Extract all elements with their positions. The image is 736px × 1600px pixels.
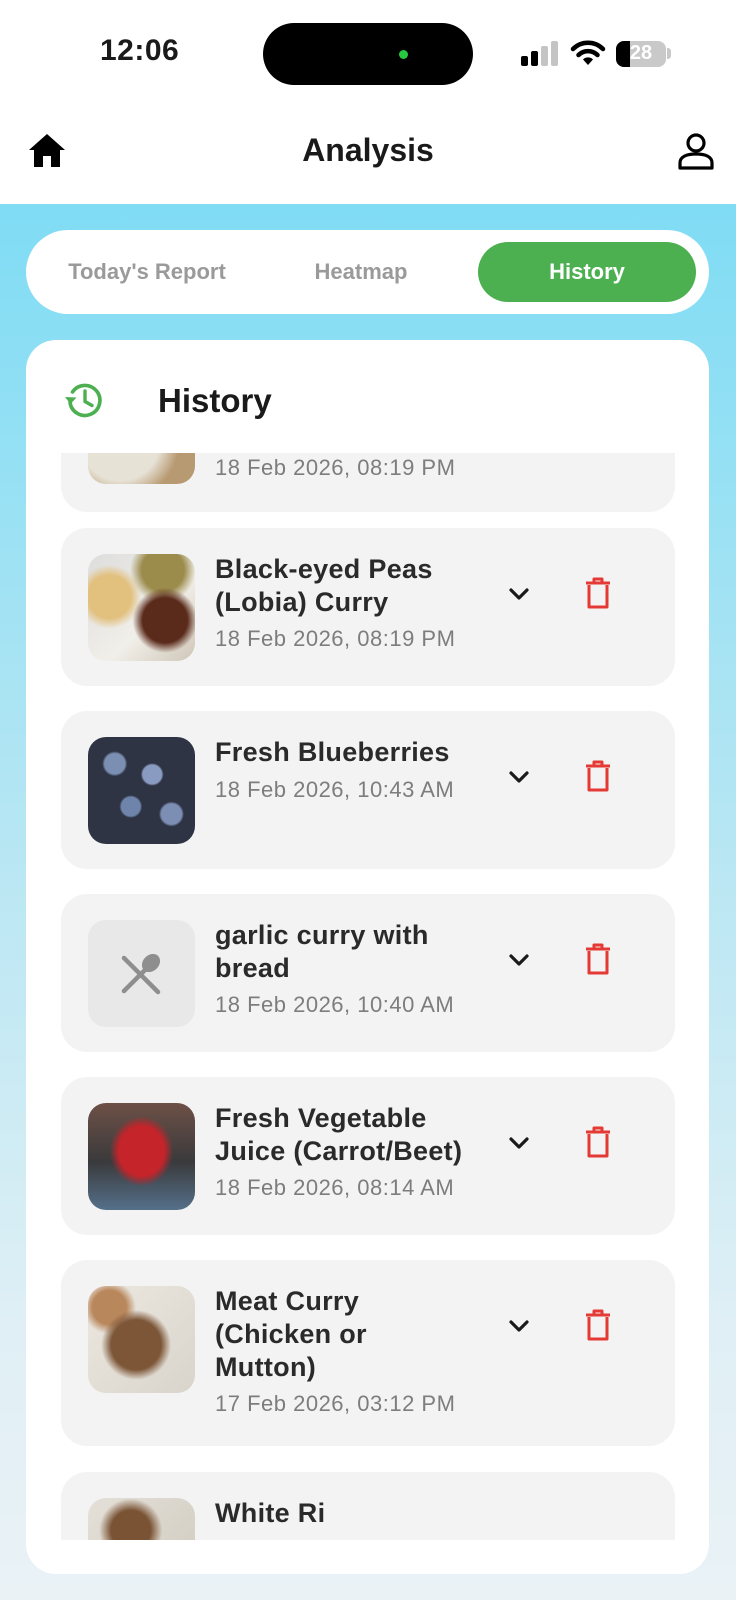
battery-level: 28	[629, 42, 653, 64]
item-name: garlic curry with bread	[215, 920, 429, 983]
wifi-icon	[570, 40, 606, 65]
camera-indicator-dot	[399, 50, 408, 59]
item-date: 18 Feb 2026, 08:19 PM	[215, 455, 456, 480]
chevron-down-icon[interactable]	[505, 763, 533, 791]
blueberries-photo	[88, 737, 195, 844]
history-item[interactable]: 18 Feb 2026, 08:19 PM	[61, 453, 675, 512]
history-item[interactable]: Black-eyed Peas (Lobia) Curry 18 Feb 202…	[61, 528, 675, 686]
item-date: 18 Feb 2026, 10:43 AM	[215, 777, 455, 802]
history-item[interactable]: garlic curry with bread 18 Feb 2026, 10:…	[61, 894, 675, 1052]
page-title: Analysis	[302, 132, 434, 168]
history-item[interactable]: Fresh Vegetable Juice (Carrot/Beet) 18 F…	[61, 1077, 675, 1235]
tab-history[interactable]: History	[478, 242, 696, 302]
trash-icon[interactable]	[583, 1308, 613, 1342]
history-item[interactable]: White Ri	[61, 1472, 675, 1540]
history-item[interactable]: Fresh Blueberries 18 Feb 2026, 10:43 AM	[61, 711, 675, 869]
battery-icon: 28	[616, 41, 666, 67]
cellular-signal-icon	[521, 40, 559, 66]
app-header: Analysis	[0, 100, 736, 204]
item-date: 18 Feb 2026, 08:19 PM	[215, 626, 456, 651]
tab-heatmap[interactable]: Heatmap	[258, 242, 464, 302]
item-name: White Ri	[215, 1498, 326, 1528]
item-date: 17 Feb 2026, 03:12 PM	[215, 1391, 456, 1416]
juice-blender-photo	[88, 1103, 195, 1210]
history-icon	[65, 383, 102, 418]
placeholder-thumb	[88, 920, 195, 1027]
history-list[interactable]: 18 Feb 2026, 08:19 PM Black-eyed Peas (L…	[26, 453, 709, 1540]
card-title: History	[158, 382, 272, 419]
trash-icon[interactable]	[583, 1125, 613, 1159]
profile-icon[interactable]	[676, 131, 716, 171]
battery-tip	[667, 48, 671, 59]
rice-photo	[88, 1498, 195, 1540]
history-item[interactable]: Meat Curry (Chicken or Mutton) 17 Feb 20…	[61, 1260, 675, 1446]
status-bar: 12:06 28	[0, 0, 736, 100]
chevron-down-icon[interactable]	[505, 946, 533, 974]
item-date: 18 Feb 2026, 10:40 AM	[215, 992, 455, 1017]
tab-todays-report[interactable]: Today's Report	[38, 242, 256, 302]
trash-icon[interactable]	[583, 576, 613, 610]
item-name: Fresh Vegetable Juice (Carrot/Beet)	[215, 1103, 463, 1166]
chevron-down-icon[interactable]	[505, 1312, 533, 1340]
item-name: Fresh Blueberries	[215, 737, 450, 767]
dynamic-island	[263, 23, 473, 85]
chevron-down-icon[interactable]	[505, 1129, 533, 1157]
chevron-down-icon[interactable]	[505, 580, 533, 608]
tab-bar: Today's Report Heatmap History	[26, 230, 709, 314]
lobia-curry-photo	[88, 554, 195, 661]
meat-curry-photo	[88, 1286, 195, 1393]
trash-icon[interactable]	[583, 759, 613, 793]
item-name: Meat Curry (Chicken or Mutton)	[215, 1286, 367, 1382]
trash-icon[interactable]	[583, 942, 613, 976]
rice-lentils-photo	[88, 453, 195, 484]
utensils-icon	[121, 953, 161, 995]
item-date: 18 Feb 2026, 08:14 AM	[215, 1175, 455, 1200]
history-card: History 18 Feb 2026, 08:19 PM Black-eyed…	[26, 340, 709, 1574]
status-time: 12:06	[100, 34, 180, 67]
item-name: Black-eyed Peas (Lobia) Curry	[215, 554, 433, 617]
